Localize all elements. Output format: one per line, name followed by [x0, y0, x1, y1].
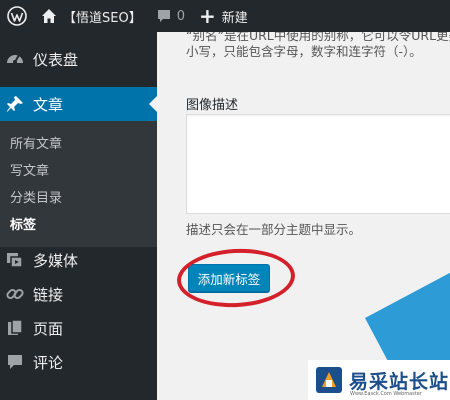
new-label: 新建	[221, 10, 248, 26]
pushpin-icon	[5, 94, 25, 114]
media-icon	[5, 250, 25, 270]
submenu-item-all-posts[interactable]: 所有文章	[10, 133, 62, 152]
add-new-tag-button[interactable]: 添加新标签	[188, 264, 270, 292]
comment-bubble-icon	[157, 10, 170, 22]
menu-label-media: 多媒体	[33, 251, 79, 270]
watermark-badge: 易采站长站 Www.Easck.Com Webmaster	[308, 360, 450, 400]
comments-count: 0	[176, 8, 185, 24]
menu-label-posts: 文章	[33, 95, 64, 114]
menu-item-pages[interactable]: 页面	[0, 313, 157, 343]
posts-submenu: 所有文章 写文章 分类目录 标签	[0, 121, 157, 247]
menu-label-links: 链接	[33, 285, 64, 304]
menu-item-media[interactable]: 多媒体	[0, 245, 157, 275]
comment-icon	[5, 352, 25, 372]
menu-item-posts[interactable]: 文章	[0, 87, 157, 121]
home-icon	[42, 9, 56, 23]
slug-description-line-2: 小写，只能包含字母，数字和连字符（-）。	[186, 44, 422, 59]
comments-link[interactable]: 0	[149, 0, 192, 32]
description-label: 图像描述	[186, 98, 239, 113]
submenu-item-tags[interactable]: 标签	[10, 214, 36, 233]
watermark-title: 易采站长站	[349, 370, 450, 393]
new-content-button[interactable]: + 新建	[192, 0, 255, 32]
menu-item-dashboard[interactable]: 仪表盘	[0, 44, 157, 74]
watermark-subtitle: Www.Easck.Com Webmaster	[350, 391, 422, 397]
submenu-item-categories[interactable]: 分类目录	[10, 187, 62, 206]
wordpress-icon	[7, 6, 27, 26]
wordpress-logo-button[interactable]	[0, 0, 34, 32]
plus-icon: +	[198, 4, 216, 28]
admin-sidebar: 仪表盘 文章 所有文章 写文章 分类目录 标签 多媒体 链接 页面 评论	[0, 32, 157, 400]
site-name-link[interactable]: 【悟道SEO】	[34, 0, 149, 32]
pages-icon	[5, 318, 25, 338]
menu-item-links[interactable]: 链接	[0, 279, 157, 309]
menu-item-comments[interactable]: 评论	[0, 347, 157, 377]
dashboard-gauge-icon	[5, 49, 25, 69]
description-textarea[interactable]	[186, 114, 450, 214]
submenu-item-write-post[interactable]: 写文章	[10, 160, 49, 179]
watermark-logo-icon	[316, 367, 342, 393]
description-help-text: 描述只会在一部分主题中显示。	[186, 222, 362, 237]
admin-bar: 【悟道SEO】 0 + 新建	[0, 0, 450, 32]
menu-label-dashboard: 仪表盘	[33, 50, 79, 69]
menu-label-pages: 页面	[33, 319, 64, 338]
site-name: 【悟道SEO】	[63, 10, 142, 26]
menu-label-comments: 评论	[33, 353, 64, 372]
link-chain-icon	[5, 284, 25, 304]
